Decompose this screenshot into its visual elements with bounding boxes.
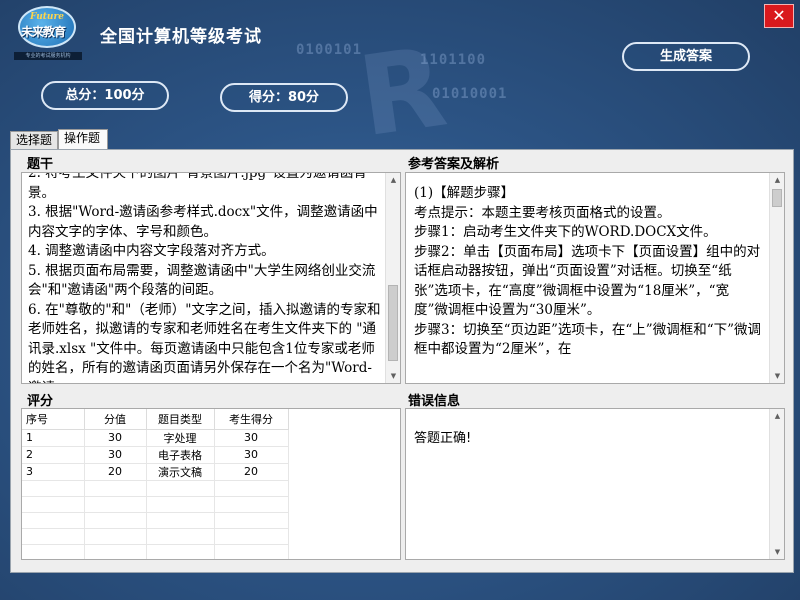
answer-scrollbar[interactable]: ▲ ▼ <box>769 173 784 383</box>
scroll-down-arrow-icon[interactable]: ▼ <box>770 545 784 559</box>
column-header[interactable]: 分值 <box>84 409 147 430</box>
question-textbox[interactable]: 2. 将考生文件夹下的图片"背景图片.jpg"设置为邀请函背景。 3. 根据"W… <box>21 172 401 384</box>
logo-future-text: Future <box>30 12 64 22</box>
table-row[interactable]: 1 30 字处理 30 <box>22 429 289 447</box>
column-header[interactable]: 题目类型 <box>146 409 215 430</box>
answer-heading: 参考答案及解析 <box>408 157 500 172</box>
table-cell: 30 <box>214 446 289 464</box>
table-row <box>22 528 289 545</box>
column-header[interactable]: 序号 <box>22 409 85 430</box>
scroll-down-arrow-icon[interactable]: ▼ <box>386 369 400 383</box>
question-line: 2. 将考生文件夹下的图片"背景图片.jpg"设置为邀请函背景。 <box>28 172 367 201</box>
table-cell: 20 <box>214 463 289 481</box>
table-cell: 演示文稿 <box>146 463 215 481</box>
total-score-badge: 总分：100分 <box>41 81 169 110</box>
generate-answer-button[interactable]: 生成答案 <box>622 42 750 71</box>
column-header[interactable]: 考生得分 <box>214 409 289 430</box>
table-cell: 2 <box>22 446 85 464</box>
scroll-up-arrow-icon[interactable]: ▲ <box>770 409 784 423</box>
background-binary-1: 0100101 <box>296 42 363 58</box>
table-header-row: 序号 分值 题目类型 考生得分 <box>22 409 289 430</box>
question-line: 4. 调整邀请函中内容文字段落对齐方式。 <box>28 243 275 259</box>
answer-line: 步骤3：切换至“页边距”选项卡，在“上”微调框和“下”微调框中都设置为“2厘米”… <box>414 321 761 358</box>
content-panel: 题干 2. 将考生文件夹下的图片"背景图片.jpg"设置为邀请函背景。 3. 根… <box>10 149 794 573</box>
table-cell: 1 <box>22 429 85 447</box>
table-cell: 30 <box>84 429 147 447</box>
app-title: 全国计算机等级考试 <box>100 27 262 47</box>
scroll-up-arrow-icon[interactable]: ▲ <box>386 173 400 187</box>
error-heading: 错误信息 <box>408 394 461 409</box>
answer-line: 步骤1：启动考生文件夹下的WORD.DOCX文件。 <box>414 224 717 240</box>
question-text: 2. 将考生文件夹下的图片"背景图片.jpg"设置为邀请函背景。 3. 根据"W… <box>28 172 382 384</box>
scroll-down-arrow-icon[interactable]: ▼ <box>770 369 784 383</box>
error-textbox[interactable]: 答题正确! ▲ ▼ <box>405 408 785 560</box>
question-line: 6. 在"尊敬的"和"（老师）"文字之间，插入拟邀请的专家和老师姓名，拟邀请的专… <box>28 301 381 384</box>
scoring-heading: 评分 <box>27 394 54 409</box>
table-row <box>22 544 289 559</box>
answer-textbox[interactable]: (1)【解题步骤】 考点提示：本题主要考核页面格式的设置。 步骤1：启动考生文件… <box>405 172 785 384</box>
error-scrollbar[interactable]: ▲ ▼ <box>769 409 784 559</box>
table-cell: 3 <box>22 463 85 481</box>
table-cell: 20 <box>84 463 147 481</box>
logo: Future 未来教育 专业的考试服务机构 <box>12 6 82 64</box>
question-line: 5. 根据页面布局需要，调整邀请函中"大学生网络创业交流会"和"邀请函"两个段落… <box>28 262 376 299</box>
question-line: 3. 根据"Word-邀请函参考样式.docx"文件，调整邀请函中内容文字的字体… <box>28 204 378 240</box>
scroll-thumb[interactable] <box>388 285 398 361</box>
table-row <box>22 480 289 497</box>
close-button[interactable]: ✕ <box>764 4 794 28</box>
answer-text: (1)【解题步骤】 考点提示：本题主要考核页面格式的设置。 步骤1：启动考生文件… <box>414 184 762 360</box>
table-row <box>22 496 289 513</box>
logo-brand-name: 未来教育 <box>21 25 66 39</box>
exam-window: R 0100101 1101100 01010001 Future 未来教育 专… <box>0 0 800 600</box>
answer-line: (1)【解题步骤】 <box>414 185 515 201</box>
answer-line: 考点提示：本题主要考核页面格式的设置。 <box>414 204 671 221</box>
scoring-grid: 序号 分值 题目类型 考生得分 1 30 字处理 30 2 30 电子表格 30… <box>22 409 289 559</box>
score-badge: 得分：80分 <box>220 83 348 112</box>
logo-tagline: 专业的考试服务机构 <box>14 52 82 60</box>
table-cell: 30 <box>84 446 147 464</box>
error-message: 答题正确! <box>414 431 472 446</box>
question-scrollbar[interactable]: ▲ ▼ <box>385 173 400 383</box>
table-cell: 电子表格 <box>146 446 215 464</box>
table-row[interactable]: 2 30 电子表格 30 <box>22 446 289 464</box>
background-binary-2: 1101100 <box>420 52 487 68</box>
answer-line: 步骤2：单击【页面布局】选项卡下【页面设置】组中的对话框启动器按钮，弹出“页面设… <box>414 243 761 319</box>
scoring-table: 序号 分值 题目类型 考生得分 1 30 字处理 30 2 30 电子表格 30… <box>21 408 401 560</box>
table-cell: 30 <box>214 429 289 447</box>
scroll-thumb[interactable] <box>772 189 782 207</box>
table-row <box>22 512 289 529</box>
scroll-up-arrow-icon[interactable]: ▲ <box>770 173 784 187</box>
question-heading: 题干 <box>27 157 54 172</box>
background-binary-3: 01010001 <box>432 86 508 102</box>
table-row[interactable]: 3 20 演示文稿 20 <box>22 463 289 481</box>
tab-operation[interactable]: 操作题 <box>58 129 108 149</box>
table-cell: 字处理 <box>146 429 215 447</box>
tab-multiple-choice[interactable]: 选择题 <box>10 131 58 149</box>
